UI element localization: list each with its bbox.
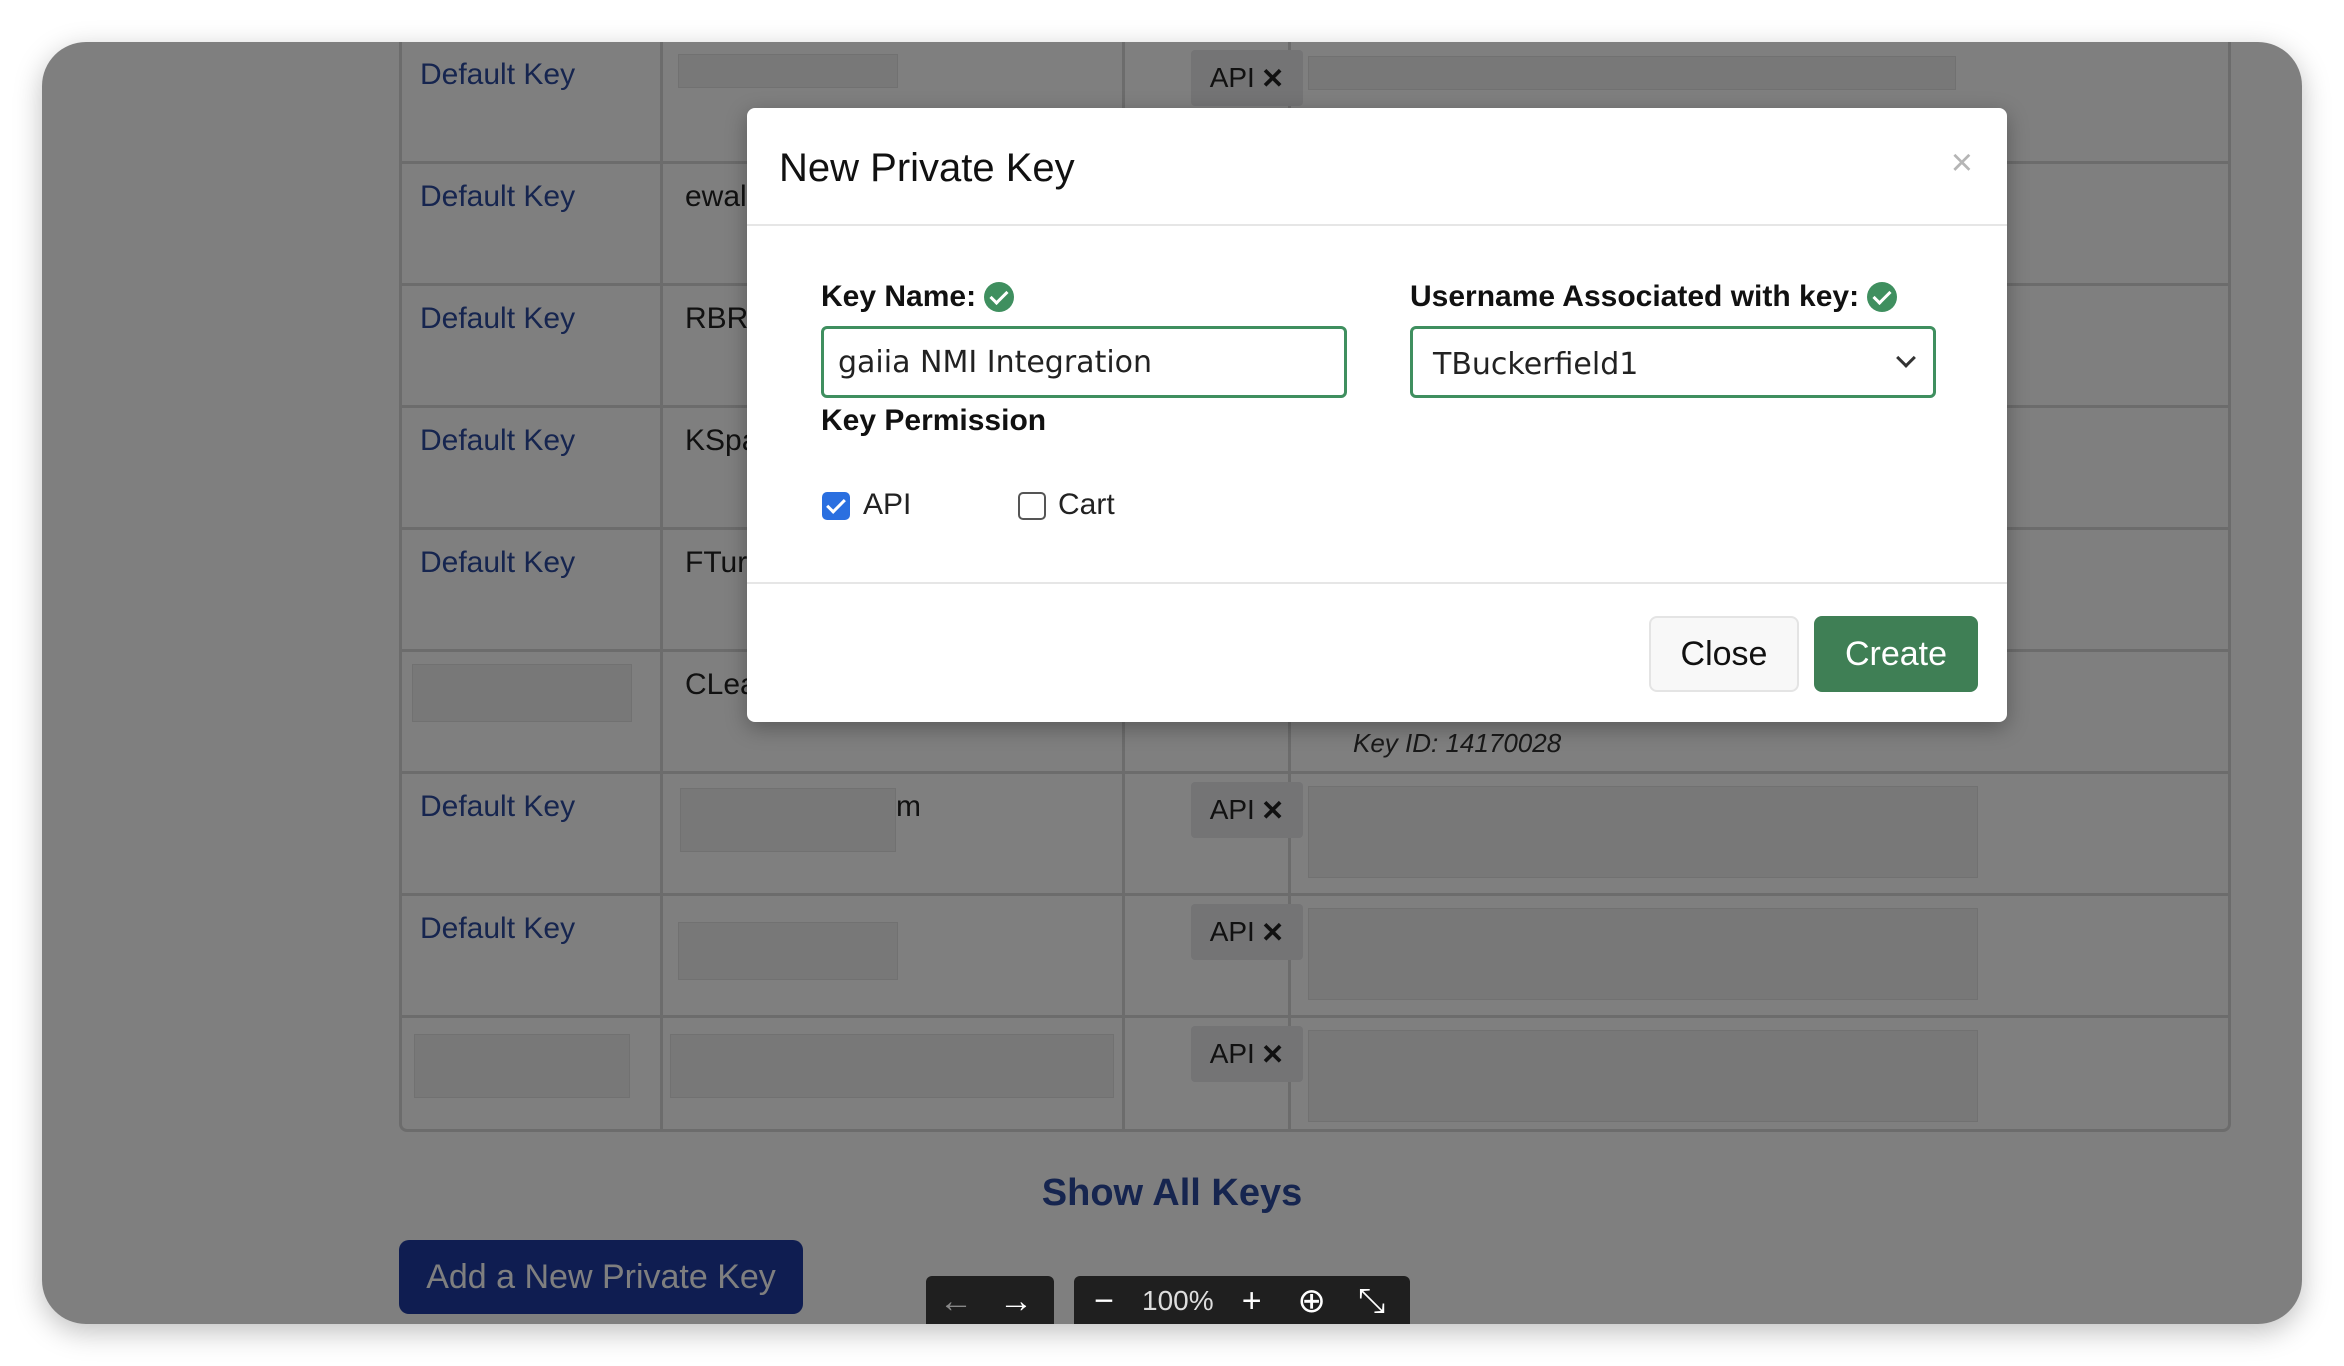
back-arrow-icon[interactable]: ← xyxy=(926,1276,986,1324)
close-icon[interactable]: × xyxy=(1951,142,1973,185)
zoom-level: 100% xyxy=(1142,1285,1214,1316)
forward-arrow-icon[interactable]: → xyxy=(986,1276,1046,1324)
viewer-zoom-group: − 100% + ⊕ ⤡ xyxy=(1074,1276,1410,1324)
key-name-input[interactable] xyxy=(821,326,1347,398)
key-name-label: Key Name: xyxy=(821,280,1015,314)
api-permission-checkbox[interactable] xyxy=(822,492,850,520)
browser-window: Default Key API✕ Default Key ewall Defau… xyxy=(42,42,2302,1324)
chevron-down-icon xyxy=(1896,348,1916,368)
key-permission-label: Key Permission xyxy=(821,404,1047,437)
api-permission-label: API xyxy=(863,488,912,521)
cart-permission-label: Cart xyxy=(1058,488,1115,521)
username-selected-value: TBuckerfield1 xyxy=(1433,347,1639,382)
valid-check-icon xyxy=(984,282,1015,312)
dialog-footer-divider xyxy=(747,582,2007,584)
download-icon[interactable]: ⊕ xyxy=(1282,1276,1342,1324)
valid-check-icon xyxy=(1867,282,1898,312)
new-private-key-dialog: New Private Key × Key Name: Username Ass… xyxy=(747,108,2007,722)
cart-permission-checkbox[interactable] xyxy=(1018,492,1046,520)
create-button[interactable]: Create xyxy=(1814,616,1978,692)
dialog-title: New Private Key xyxy=(779,146,1075,190)
zoom-out-icon[interactable]: − xyxy=(1074,1276,1134,1324)
close-button[interactable]: Close xyxy=(1649,616,1799,692)
collapse-icon[interactable]: ⤡ xyxy=(1342,1276,1402,1324)
viewer-nav-group: ← → xyxy=(926,1276,1054,1324)
dialog-header: New Private Key × xyxy=(747,108,2007,226)
zoom-in-icon[interactable]: + xyxy=(1222,1276,1282,1324)
username-label: Username Associated with key: xyxy=(1410,280,1898,314)
username-select[interactable]: TBuckerfield1 xyxy=(1410,326,1936,398)
